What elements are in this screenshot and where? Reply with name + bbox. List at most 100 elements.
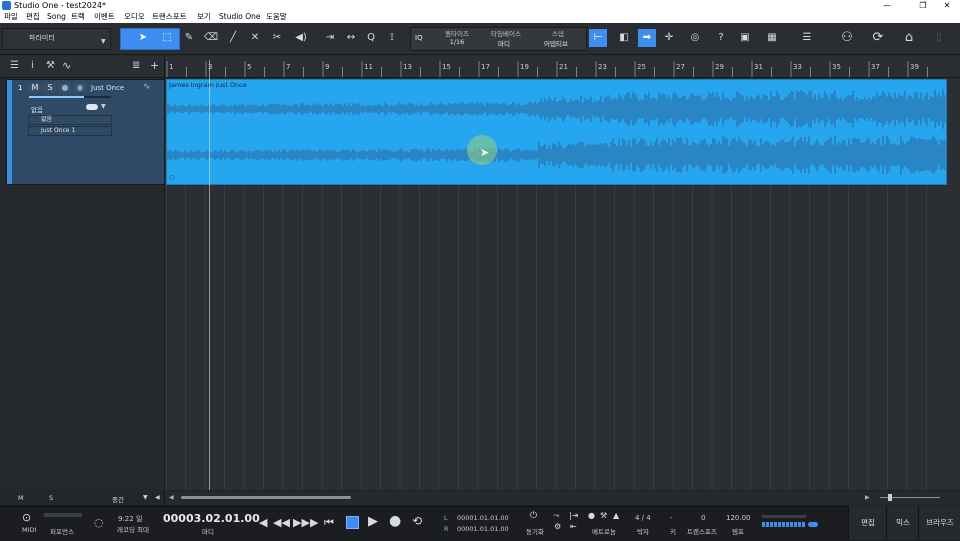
record-icon[interactable]: ● [389, 513, 401, 529]
key-value[interactable]: - [670, 514, 673, 522]
input-toggle[interactable] [86, 104, 98, 110]
snap-toggle-icon[interactable]: ⊢ [589, 29, 607, 47]
info-icon[interactable]: i [31, 60, 34, 71]
metronome-dot-icon[interactable]: ● [588, 511, 595, 520]
record-arm-button[interactable]: ● [59, 83, 71, 93]
playhead[interactable] [209, 60, 210, 490]
sync-icon[interactable]: ⏻ [530, 511, 537, 521]
stop-button[interactable] [346, 516, 359, 529]
audio-clip[interactable]: James Ingram Just Once ➤ ○ [166, 79, 947, 185]
range-tool-icon[interactable]: ⬚ [158, 29, 176, 47]
tempo-value[interactable]: 120.00 [726, 514, 751, 522]
playlist-dropdown[interactable]: Just Once 1 [28, 126, 112, 136]
metronome-wrench-icon[interactable]: ⚒ [600, 511, 607, 520]
next-marker-icon[interactable]: ▶ [310, 516, 318, 529]
track-name[interactable]: Just Once [91, 84, 124, 92]
return-zero-icon[interactable]: ⏮ [324, 516, 334, 530]
scroll-thumb[interactable] [181, 496, 351, 499]
menu-studio-one[interactable]: Studio One [219, 11, 261, 23]
precount-icon[interactable]: |⇥ [569, 511, 578, 520]
listen-tool-icon[interactable]: ◀) [292, 29, 310, 47]
paint-tool-icon[interactable]: ╱ [224, 29, 242, 47]
sync-icon[interactable]: ⟳ [869, 29, 887, 47]
settings-gear-icon[interactable]: ⚙ [554, 522, 561, 531]
mute-all-button[interactable]: M [18, 494, 24, 502]
timeline-ruler[interactable]: 1 3 5 7 9 11 13 15 17 19 21 23 25 27 29 31 33 35 37 39 [165, 55, 960, 78]
fit-vertical-icon[interactable]: ⇥ [321, 29, 339, 47]
scroll-right-icon[interactable]: ▶ [865, 494, 870, 501]
rewind-icon[interactable]: ◀◀ [273, 516, 290, 529]
split-tool-icon[interactable]: ✂ [268, 29, 286, 47]
browse-button[interactable]: 브라우즈 [918, 506, 960, 540]
chevron-down-icon[interactable]: ▼ [101, 103, 106, 110]
pencil-tool-icon[interactable]: ✎ [180, 29, 198, 47]
document-icon[interactable]: ▯ [930, 29, 948, 47]
ripple-icon[interactable]: ◧ [615, 29, 633, 47]
menu-transport[interactable]: 트랜스포트 [152, 11, 187, 23]
menu-track[interactable]: 트랙 [71, 11, 85, 23]
menu-help[interactable]: 도움말 [266, 11, 287, 23]
scroll-left-icon[interactable]: ◀ [155, 494, 160, 501]
layout-icon[interactable]: ☰ [798, 29, 816, 47]
mix-button[interactable]: 믹스 [886, 506, 919, 540]
chevron-down-icon[interactable]: ▼ [143, 494, 148, 501]
master-toggle[interactable] [808, 522, 818, 527]
edit-button[interactable]: 편집 [848, 506, 887, 540]
right-locator[interactable]: 00001.01.01.00 [457, 525, 509, 533]
track-size-dropdown[interactable]: 중간 [112, 494, 124, 504]
quantize-icon[interactable]: Q [362, 29, 380, 47]
close-button[interactable]: ✕ [932, 0, 960, 11]
metronome-icon[interactable]: ▲ [613, 511, 619, 520]
menu-icon[interactable]: ☰ [10, 60, 19, 71]
help-button[interactable]: ? [712, 29, 730, 47]
snap-value[interactable]: 어댑티브 [537, 38, 575, 48]
fast-forward-icon[interactable]: ▶▶ [293, 516, 310, 529]
follow-icon[interactable]: ➡ [638, 29, 656, 47]
menu-audio[interactable]: 오디오 [124, 11, 145, 23]
mute-tool-icon[interactable]: ✕ [246, 29, 264, 47]
user-icon[interactable]: ⚇ [838, 29, 856, 47]
preroll-icon[interactable]: ⇤ [570, 522, 577, 531]
list-icon[interactable]: ≣ [132, 60, 140, 71]
track-header[interactable]: 1 M S ● ◉ Just Once ∿ 없음 ▼ 없음 Just Once … [6, 79, 165, 185]
home-icon[interactable]: ⌂ [900, 29, 918, 47]
mute-button[interactable]: M [29, 83, 41, 93]
quantize-value[interactable]: 1/16 [437, 38, 477, 46]
crosshair-icon[interactable]: ✛ [660, 29, 678, 47]
output-dropdown[interactable]: 없음 [28, 115, 112, 125]
minimize-button[interactable]: — [872, 0, 902, 11]
menu-event[interactable]: 이벤트 [94, 11, 115, 23]
play-icon[interactable]: ▶ [368, 514, 378, 529]
position-unit[interactable]: 마디 [202, 526, 214, 536]
scroll-left-icon[interactable]: ◀ [169, 494, 174, 501]
autoscroll-icon[interactable]: ⟟ [383, 29, 401, 47]
menu-view[interactable]: 보기 [197, 11, 211, 23]
automation-icon[interactable]: ∿ [62, 59, 71, 72]
timebase-value[interactable]: 마디 [484, 38, 524, 48]
eraser-tool-icon[interactable]: ⌫ [202, 29, 220, 47]
fit-horizontal-icon[interactable]: ↔ [342, 29, 360, 47]
punch-icon[interactable]: ⤳ [553, 511, 559, 521]
menu-file[interactable]: 파일 [4, 11, 18, 23]
vertical-scrollbar[interactable] [952, 78, 960, 490]
video-icon[interactable]: ▣ [736, 29, 754, 47]
grid-view-icon[interactable]: ▦ [763, 29, 781, 47]
horizontal-scrollbar[interactable]: ◀ ▶ [165, 491, 960, 505]
wrench-icon[interactable]: ⚒ [46, 60, 55, 71]
loop-icon[interactable]: ⟲ [412, 514, 422, 528]
focus-icon[interactable]: ◎ [686, 29, 704, 47]
menu-edit[interactable]: 편집 [26, 11, 40, 23]
rewind-start-icon[interactable]: ◀ [259, 516, 267, 529]
iq-label[interactable]: IQ [415, 34, 423, 42]
solo-all-button[interactable]: S [49, 494, 53, 502]
position-display[interactable]: 00003.02.01.00 [163, 512, 260, 525]
left-locator[interactable]: 00001.01.01.00 [457, 514, 509, 522]
time-signature[interactable]: 4 / 4 [635, 514, 651, 522]
add-track-icon[interactable]: + [150, 59, 159, 72]
transpose-value[interactable]: 0 [701, 514, 705, 522]
menu-song[interactable]: Song [47, 11, 66, 23]
monitor-button[interactable]: ◉ [74, 83, 86, 93]
parameter-dropdown[interactable]: 파라미터 ▼ [2, 28, 111, 50]
arrow-tool-icon[interactable]: ➤ [134, 29, 152, 47]
zoom-slider-handle[interactable] [888, 494, 892, 501]
